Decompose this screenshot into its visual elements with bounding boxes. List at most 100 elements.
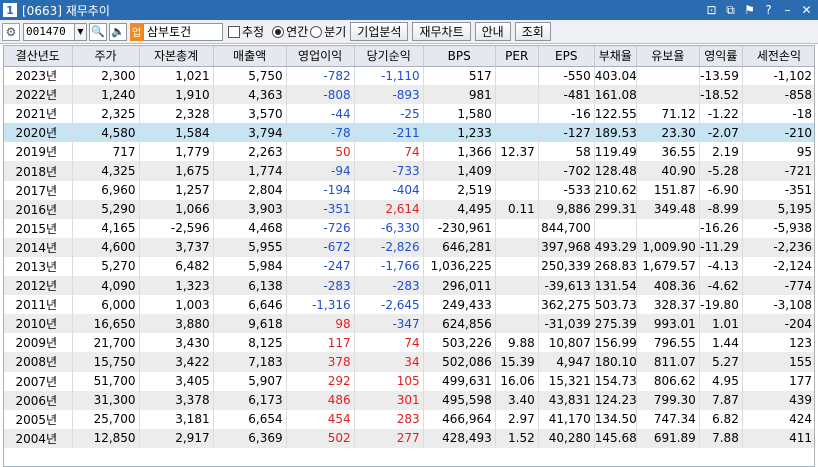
table-row[interactable]: 2020년 4,580 1,584 3,794 -78 -211 1,233 -127 189.… bbox=[4, 123, 814, 143]
checkbox-box[interactable] bbox=[228, 25, 240, 38]
radio-quarter-circle[interactable] bbox=[310, 25, 323, 38]
financial-chart-button[interactable]: 재무차트 bbox=[412, 22, 471, 41]
table-cell: -893 bbox=[354, 85, 424, 105]
table-cell: -2,124 bbox=[742, 256, 814, 277]
table-row[interactable]: 2005년 25,700 3,181 6,654 454 283 466,964 2.97 41… bbox=[4, 409, 814, 429]
column-header[interactable]: PER bbox=[495, 46, 539, 67]
column-header[interactable]: 결산년도 bbox=[4, 46, 73, 67]
table-row[interactable]: 2016년 5,290 1,066 3,903 -351 2,614 4,495 0.11 9,… bbox=[4, 199, 814, 219]
table-cell: 36.55 bbox=[636, 142, 700, 162]
table-cell: 119.49 bbox=[594, 142, 637, 162]
column-header[interactable]: 당기순익 bbox=[354, 46, 424, 67]
table-cell: -2.07 bbox=[699, 123, 743, 143]
column-header[interactable]: 유보율 bbox=[636, 46, 700, 67]
table-cell bbox=[495, 276, 539, 296]
table-cell: -858 bbox=[742, 85, 814, 105]
table-row[interactable]: 2019년 717 1,779 2,263 50 74 1,366 12.37 58 119.49… bbox=[4, 142, 814, 162]
help-icon[interactable]: ? bbox=[759, 3, 778, 18]
table-row[interactable]: 2017년 6,960 1,257 2,804 -194 -404 2,519 -533 210… bbox=[4, 180, 814, 200]
table-row[interactable]: 2007년 51,700 3,405 5,907 292 105 499,631 16.06 1… bbox=[4, 371, 814, 391]
table-cell: -283 bbox=[286, 276, 355, 296]
table-cell: -194 bbox=[286, 180, 355, 200]
column-header[interactable]: 영익률 bbox=[699, 46, 743, 67]
column-header[interactable]: BPS bbox=[423, 46, 496, 67]
table-cell: 40,280 bbox=[538, 428, 595, 448]
restore-window-icon[interactable]: ⧉ bbox=[721, 3, 740, 18]
minimize-icon[interactable]: – bbox=[778, 3, 797, 18]
close-icon[interactable]: ✕ bbox=[797, 3, 816, 18]
table-row[interactable]: 2008년 15,750 3,422 7,183 378 34 502,086 15.39 4,… bbox=[4, 352, 814, 372]
column-header[interactable]: 세전손익 bbox=[742, 46, 814, 67]
pin-window-icon[interactable]: ⊡ bbox=[702, 3, 721, 18]
table-cell: 493.29 bbox=[594, 237, 637, 257]
table-row[interactable]: 2018년 4,325 1,675 1,774 -94 -733 1,409 -702 128.… bbox=[4, 161, 814, 181]
column-header[interactable]: 자본총계 bbox=[139, 46, 214, 67]
table-row[interactable]: 2015년 4,165 -2,596 4,468 -726 -6,330 -230,961 8… bbox=[4, 218, 814, 238]
search-icon[interactable]: 🔍 bbox=[89, 22, 107, 41]
table-row[interactable]: 2011년 6,000 1,003 6,646 -1,316 -2,645 249,433 3… bbox=[4, 295, 814, 315]
table-cell: 1,584 bbox=[139, 123, 214, 143]
table-cell: -94 bbox=[286, 161, 355, 181]
table-cell bbox=[495, 218, 539, 238]
table-cell: -210 bbox=[742, 123, 814, 143]
table-cell: 2022년 bbox=[4, 85, 73, 105]
table-cell: -13.59 bbox=[699, 66, 743, 86]
company-name-field[interactable]: 삼부토건 bbox=[143, 22, 223, 41]
table-row[interactable]: 2014년 4,600 3,737 5,955 -672 -2,826 646,281 397… bbox=[4, 237, 814, 257]
table-cell: -6.90 bbox=[699, 180, 743, 200]
table-row[interactable]: 2013년 5,270 6,482 5,984 -247 -1,766 1,036,225 2… bbox=[4, 256, 814, 277]
table-cell: 2010년 bbox=[4, 314, 73, 334]
column-header[interactable]: 영업이익 bbox=[286, 46, 355, 67]
table-cell: 155 bbox=[742, 352, 814, 372]
table-cell: 122.55 bbox=[594, 104, 637, 124]
table-cell: 3,794 bbox=[213, 123, 287, 143]
table-cell: 2009년 bbox=[4, 333, 73, 353]
table-cell: 3,570 bbox=[213, 104, 287, 124]
table-cell: 4,468 bbox=[213, 218, 287, 238]
table-cell: -774 bbox=[742, 276, 814, 296]
table-cell: 349.48 bbox=[636, 199, 700, 219]
table-row[interactable]: 2010년 16,650 3,880 9,618 98 -347 624,856 -31,03… bbox=[4, 314, 814, 334]
table-cell: 799.30 bbox=[636, 390, 700, 410]
table-cell: 624,856 bbox=[423, 314, 496, 334]
table-row[interactable]: 2012년 4,090 1,323 6,138 -283 -283 296,011 -39,6… bbox=[4, 276, 814, 296]
quarter-radio[interactable]: 분기 bbox=[310, 23, 346, 40]
annual-radio[interactable]: 연간 bbox=[272, 23, 308, 40]
radio-annual-circle[interactable] bbox=[272, 25, 285, 38]
company-analysis-button[interactable]: 기업분석 bbox=[350, 22, 409, 41]
table-cell: 1,323 bbox=[139, 276, 214, 296]
guide-button[interactable]: 안내 bbox=[474, 22, 511, 41]
table-row[interactable]: 2022년 1,240 1,910 4,363 -808 -893 981 -481 161.0… bbox=[4, 85, 814, 105]
column-header[interactable]: EPS bbox=[538, 46, 595, 67]
table-cell: 6,369 bbox=[213, 428, 287, 448]
estimate-checkbox[interactable]: 추정 bbox=[228, 23, 264, 40]
bookmark-icon[interactable]: ⚑ bbox=[740, 3, 759, 18]
settings-gear-icon[interactable]: ⚙ bbox=[2, 22, 20, 41]
table-row[interactable]: 2006년 31,300 3,378 6,173 486 301 495,598 3.40 43… bbox=[4, 390, 814, 410]
financial-table[interactable]: 결산년도 주가 자본총계 매출액 영업이익 당기순익 BPS PER EPS 부채율 유보율 영익률 세… bbox=[3, 45, 815, 467]
table-row[interactable]: 2009년 21,700 3,430 8,125 117 74 503,226 9.88 10,… bbox=[4, 333, 814, 353]
query-button[interactable]: 조회 bbox=[514, 22, 551, 41]
table-cell bbox=[636, 85, 700, 105]
column-header[interactable]: 부채율 bbox=[594, 46, 637, 67]
table-cell: 981 bbox=[423, 85, 496, 105]
table-cell: 428,493 bbox=[423, 428, 496, 448]
column-header[interactable]: 주가 bbox=[72, 46, 140, 67]
speaker-icon[interactable]: 🔈 bbox=[109, 22, 127, 41]
table-cell: 124.23 bbox=[594, 390, 637, 410]
table-cell: -1,766 bbox=[354, 256, 424, 277]
table-row[interactable]: 2004년 12,850 2,917 6,369 502 277 428,493 1.52 40… bbox=[4, 428, 814, 448]
table-cell: 3,737 bbox=[139, 237, 214, 257]
table-cell: 747.34 bbox=[636, 409, 700, 429]
table-cell: 1,580 bbox=[423, 104, 496, 124]
table-cell: 1,036,225 bbox=[423, 256, 496, 277]
stock-code-input[interactable]: 001470 bbox=[23, 22, 75, 41]
table-cell: 128.48 bbox=[594, 161, 637, 181]
table-row[interactable]: 2023년 2,300 1,021 5,750 -782 -1,110 517 -550 403… bbox=[4, 66, 814, 86]
column-header[interactable]: 매출액 bbox=[213, 46, 287, 67]
table-row[interactable]: 2021년 2,325 2,328 3,570 -44 -25 1,580 -16 122.55… bbox=[4, 104, 814, 124]
table-cell: -16 bbox=[538, 104, 595, 124]
table-cell: -8.99 bbox=[699, 199, 743, 219]
chevron-down-icon[interactable]: ▼ bbox=[75, 22, 87, 41]
table-cell: 1,679.57 bbox=[636, 256, 700, 277]
